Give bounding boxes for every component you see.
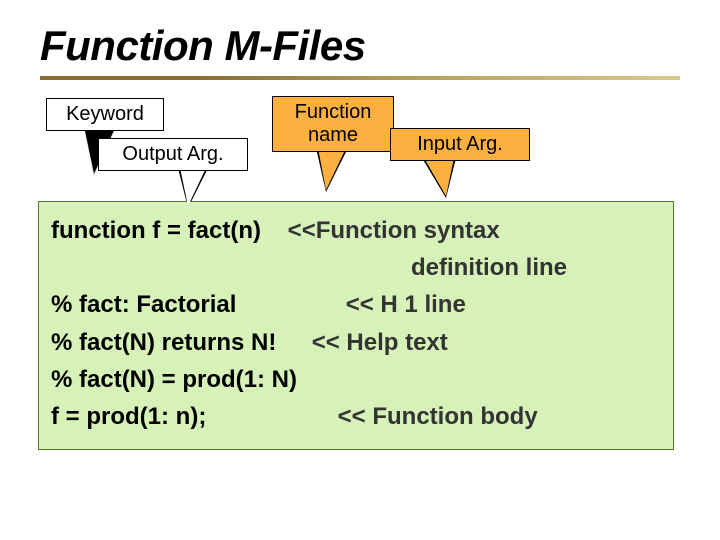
code-annotation: definition line [411,254,567,281]
code-text: f = prod(1: n); [51,403,206,430]
code-box: function f = fact(n) <<Function syntax d… [38,201,674,450]
callout-label: Output Arg. [122,143,223,165]
code-text: function f = fact(n) [51,217,261,244]
callout-function-name: Function name [272,96,394,152]
callout-label: Keyword [66,103,144,125]
callout-keyword: Keyword [46,98,164,131]
title-underline [40,76,680,80]
code-line: % fact(N) returns N! << Help text [51,324,661,361]
callout-tail [180,168,206,206]
callout-area: Keyword Output Arg. Function name Input … [40,98,680,193]
code-text: % fact(N) = prod(1: N) [51,366,297,393]
callout-tail [424,158,454,196]
code-annotation: << Function body [338,403,538,430]
callout-label: name [308,124,358,146]
code-line: % fact(N) = prod(1: N) [51,361,661,398]
callout-output-arg: Output Arg. [98,138,248,171]
code-annotation: <<Function syntax [288,217,500,244]
callout-tail [318,148,346,190]
callout-input-arg: Input Arg. [390,128,530,161]
code-line: function f = fact(n) <<Function syntax [51,212,661,249]
code-text: % fact(N) returns N! [51,329,276,356]
code-line: f = prod(1: n); << Function body [51,398,661,435]
slide-title: Function M-Files [40,22,680,70]
callout-label: Input Arg. [417,133,503,155]
code-annotation: << Help text [312,329,448,356]
code-line: definition line [51,249,661,286]
code-annotation: << H 1 line [346,291,466,318]
code-line: % fact: Factorial << H 1 line [51,286,661,323]
callout-label: Function [295,101,372,123]
slide: Function M-Files Keyword Output Arg. Fun… [0,0,720,540]
code-text: % fact: Factorial [51,291,236,318]
